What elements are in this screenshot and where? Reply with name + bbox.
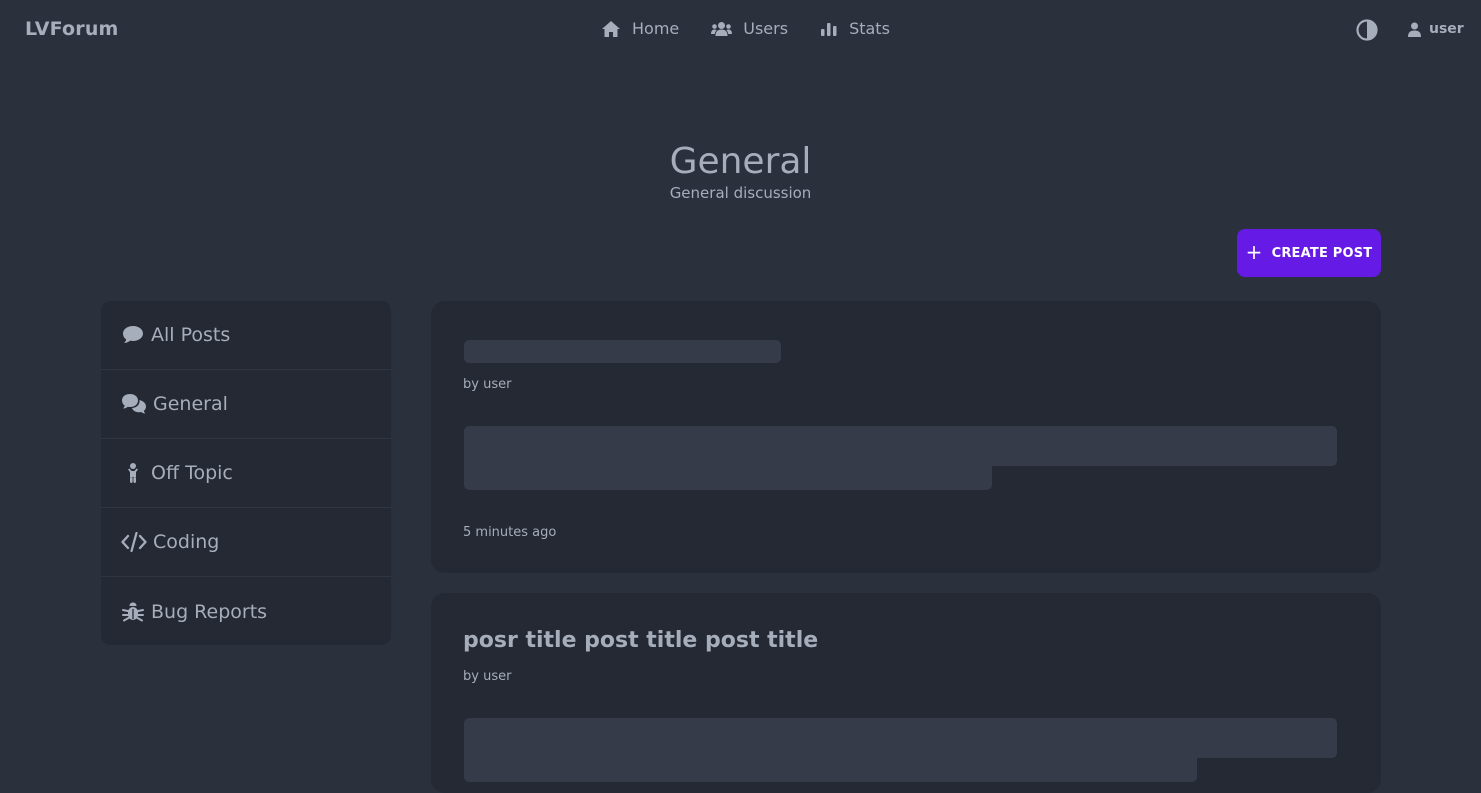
category-sidebar: All Posts General Off Topic Coding Bug R… <box>101 301 391 645</box>
sidebar-item-bug-reports[interactable]: Bug Reports <box>101 577 391 645</box>
sidebar-item-label: All Posts <box>151 324 231 346</box>
comments-icon <box>122 394 146 414</box>
post-body-placeholder-line <box>464 758 1197 782</box>
post-timestamp: 5 minutes ago <box>463 525 557 540</box>
plus-icon: + <box>1245 240 1263 264</box>
bug-icon <box>122 602 144 621</box>
category-header: General General discussion <box>0 141 1481 203</box>
brand-logo[interactable]: LVForum <box>25 18 119 40</box>
sidebar-item-general[interactable]: General <box>101 370 391 439</box>
main-nav: Home Users Stats <box>601 19 922 38</box>
comment-icon <box>123 326 143 343</box>
nav-users[interactable]: Users <box>711 19 788 38</box>
page-subtitle: General discussion <box>669 184 812 202</box>
post-title[interactable]: posr title post title post title <box>463 628 818 653</box>
nav-home-label: Home <box>632 19 680 38</box>
sidebar-item-label: Coding <box>153 531 220 553</box>
post-body-placeholder <box>464 718 1337 758</box>
sidebar-item-all-posts[interactable]: All Posts <box>101 301 391 370</box>
nav-stats[interactable]: Stats <box>820 19 890 38</box>
nav-stats-label: Stats <box>849 19 890 38</box>
post-title-placeholder <box>464 340 781 363</box>
sidebar-item-label: Bug Reports <box>151 600 268 623</box>
code-icon <box>121 531 147 553</box>
post-body-placeholder <box>464 426 1337 466</box>
user-menu-label: user <box>1429 21 1464 37</box>
nav-home[interactable]: Home <box>601 19 679 38</box>
user-menu[interactable]: user <box>1408 21 1464 37</box>
sidebar-item-label: General <box>153 393 228 415</box>
create-post-button[interactable]: + CREATE POST <box>1237 229 1381 277</box>
post-card[interactable]: by user 5 minutes ago <box>431 301 1381 573</box>
post-author: by user <box>463 377 512 392</box>
contrast-icon <box>1356 19 1378 41</box>
nav-users-label: Users <box>743 19 789 38</box>
post-body-placeholder-line <box>464 466 992 490</box>
post-author: by user <box>463 669 512 684</box>
home-icon <box>602 20 620 37</box>
sidebar-item-coding[interactable]: Coding <box>101 508 391 577</box>
create-post-label: CREATE POST <box>1271 245 1373 261</box>
sidebar-item-label: Off Topic <box>151 462 233 484</box>
sidebar-item-off-topic[interactable]: Off Topic <box>101 439 391 508</box>
user-icon <box>1408 22 1421 37</box>
theme-toggle[interactable] <box>1356 19 1378 45</box>
navbar: LVForum Home Users Stats user <box>0 0 1481 60</box>
page-title: General <box>669 141 812 182</box>
child-icon <box>128 463 138 483</box>
stats-icon <box>821 22 837 36</box>
post-card[interactable]: posr title post title post title by user <box>431 593 1381 793</box>
users-icon <box>711 21 733 36</box>
